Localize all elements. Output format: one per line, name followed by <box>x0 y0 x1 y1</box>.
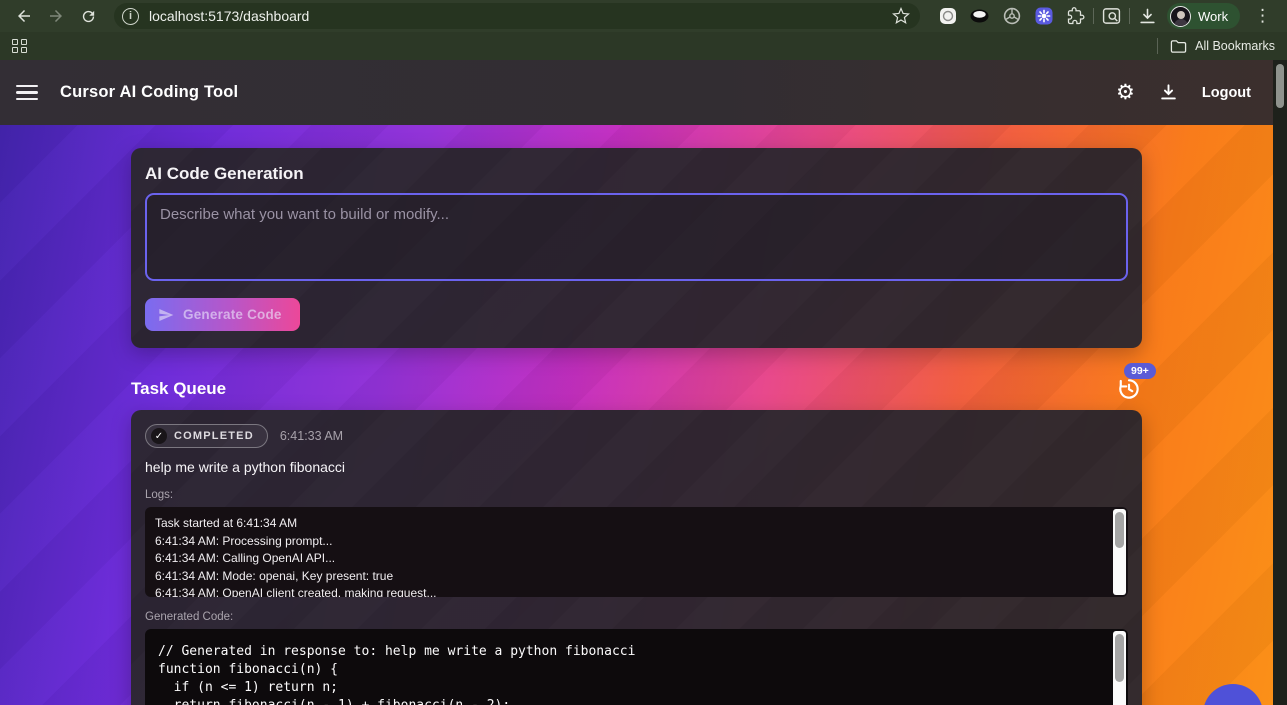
extension-icons <box>938 7 1085 26</box>
code-scrollbar-thumb[interactable] <box>1115 634 1124 682</box>
generated-code-panel[interactable]: // Generated in response to: help me wri… <box>145 629 1128 705</box>
dashboard-main: AI Code Generation Generate Code Task Qu… <box>0 125 1273 705</box>
profile-avatar <box>1170 5 1191 27</box>
refresh-button[interactable] <box>74 2 102 30</box>
bookmark-star-icon[interactable] <box>892 7 910 25</box>
extension-d-icon[interactable] <box>1034 7 1053 26</box>
list-item: if (n <= 1) return n; <box>158 680 339 695</box>
app-header: Cursor AI Coding Tool ⚙ Logout <box>0 60 1273 125</box>
task-timestamp: 6:41:33 AM <box>279 429 344 443</box>
forward-icon <box>50 10 62 22</box>
generated-code-label: Generated Code: <box>145 611 234 623</box>
browser-menu-icon[interactable]: ⋮ <box>1254 6 1271 26</box>
floating-action-button[interactable] <box>1203 684 1263 705</box>
log-lines: Task started at 6:41:34 AM 6:41:34 AM: Pr… <box>155 515 1100 597</box>
forward-button[interactable] <box>42 2 70 30</box>
ai-code-generation-card: AI Code Generation Generate Code <box>131 148 1142 348</box>
bookmarks-bar: All Bookmarks <box>0 32 1287 60</box>
logs-scrollbar-thumb[interactable] <box>1115 512 1124 548</box>
extension-c-icon[interactable] <box>1002 7 1021 26</box>
tab-search-icon[interactable] <box>1102 7 1121 26</box>
generator-title: AI Code Generation <box>145 164 304 183</box>
logs-panel[interactable]: Task started at 6:41:34 AM 6:41:34 AM: Pr… <box>145 507 1128 597</box>
settings-gear-icon[interactable]: ⚙ <box>1116 82 1135 103</box>
generate-code-button[interactable]: Generate Code <box>145 298 300 331</box>
address-bar[interactable]: i localhost:5173/dashboard <box>114 3 920 29</box>
menu-icon[interactable] <box>16 81 38 104</box>
all-bookmarks-button[interactable]: All Bookmarks <box>1153 38 1275 54</box>
extension-b-icon[interactable] <box>970 7 989 26</box>
back-button[interactable] <box>10 2 38 30</box>
extension-a-icon[interactable] <box>938 7 957 26</box>
page-scrollbar[interactable] <box>1273 60 1287 705</box>
check-icon: ✓ <box>151 428 167 444</box>
code-lines: // Generated in response to: help me wri… <box>158 643 1100 705</box>
extensions-puzzle-icon[interactable] <box>1066 7 1085 26</box>
prompt-input[interactable] <box>145 193 1128 281</box>
export-download-icon[interactable] <box>1159 83 1178 102</box>
bookmarks-separator <box>1157 38 1159 54</box>
list-item: 6:41:34 AM: Processing prompt... <box>155 533 333 548</box>
site-info-icon[interactable]: i <box>122 7 139 25</box>
list-item: 6:41:34 AM: OpenAI client created, makin… <box>155 586 437 597</box>
send-icon <box>159 308 174 321</box>
app-window: Cursor AI Coding Tool ⚙ Logout AI Code G… <box>0 60 1287 705</box>
task-queue-title: Task Queue <box>131 379 227 398</box>
task-prompt: help me write a python fibonacci <box>145 459 345 475</box>
logs-label: Logs: <box>145 489 174 501</box>
code-scrollbar[interactable] <box>1113 631 1126 705</box>
list-item: function fibonacci(n) { <box>158 662 339 677</box>
history-icon <box>1119 379 1139 399</box>
browser-toolbar: i localhost:5173/dashboard Work ⋮ <box>0 0 1287 32</box>
url-text[interactable]: localhost:5173/dashboard <box>149 8 892 24</box>
logs-scrollbar[interactable] <box>1113 509 1126 595</box>
toolbar-separator <box>1093 8 1094 24</box>
all-bookmarks-label: All Bookmarks <box>1195 39 1275 53</box>
back-icon <box>18 10 30 22</box>
list-item: return fibonacci(n - 1) + fibonacci(n - … <box>158 697 1100 705</box>
folder-icon <box>1170 39 1187 53</box>
profile-name: Work <box>1198 8 1229 24</box>
notification-badge: 99+ <box>1124 363 1156 379</box>
profile-button[interactable]: Work <box>1167 3 1241 29</box>
list-item: 6:41:34 AM: Mode: openai, Key present: t… <box>155 568 394 583</box>
list-item: 6:41:34 AM: Calling OpenAI API... <box>155 551 336 565</box>
apps-grid-icon[interactable] <box>12 38 27 54</box>
list-item: // Generated in response to: help me wri… <box>158 644 636 659</box>
app-title: Cursor AI Coding Tool <box>60 83 239 101</box>
task-card: ✓ COMPLETED 6:41:33 AM help me write a p… <box>131 410 1142 705</box>
page-scrollbar-thumb[interactable] <box>1276 64 1284 108</box>
status-label: COMPLETED <box>174 430 254 442</box>
downloads-icon[interactable] <box>1138 7 1157 26</box>
toolbar-separator-2 <box>1129 8 1130 24</box>
logout-button[interactable]: Logout <box>1202 85 1251 101</box>
status-badge: ✓ COMPLETED <box>145 424 268 448</box>
list-item: Task started at 6:41:34 AM <box>155 516 298 530</box>
generate-code-label: Generate Code <box>183 307 282 322</box>
refresh-icon <box>82 10 94 22</box>
task-queue-header: Task Queue 99+ <box>131 363 1156 403</box>
task-history-button[interactable]: 99+ <box>1116 363 1156 402</box>
